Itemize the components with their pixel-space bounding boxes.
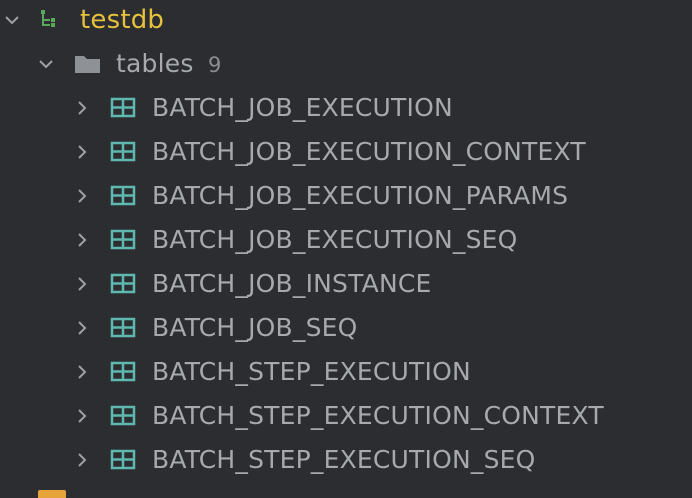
table-name: BATCH_STEP_EXECUTION xyxy=(152,357,471,386)
chevron-right-icon[interactable] xyxy=(72,362,92,382)
tree-node-partial[interactable] xyxy=(0,482,692,498)
table-name: BATCH_STEP_EXECUTION_CONTEXT xyxy=(152,401,604,430)
tree-node-table[interactable]: BATCH_JOB_SEQ xyxy=(0,306,692,350)
database-schema-icon xyxy=(40,8,66,32)
tree-node-table[interactable]: BATCH_JOB_EXECUTION_SEQ xyxy=(0,218,692,262)
chevron-down-icon[interactable] xyxy=(2,10,22,30)
chevron-right-icon[interactable] xyxy=(72,450,92,470)
table-name: BATCH_JOB_EXECUTION_SEQ xyxy=(152,225,518,254)
table-name: BATCH_JOB_EXECUTION xyxy=(152,93,453,122)
table-name: BATCH_JOB_EXECUTION_CONTEXT xyxy=(152,137,586,166)
table-icon xyxy=(110,228,136,252)
folder-icon xyxy=(38,490,66,498)
tree-node-table[interactable]: BATCH_STEP_EXECUTION_SEQ xyxy=(0,438,692,482)
tree-node-table[interactable]: BATCH_JOB_EXECUTION_PARAMS xyxy=(0,174,692,218)
table-name: BATCH_JOB_SEQ xyxy=(152,313,358,342)
table-icon xyxy=(110,184,136,208)
tree-node-tables-folder[interactable]: tables 9 xyxy=(0,42,692,86)
chevron-right-icon[interactable] xyxy=(72,142,92,162)
tree-node-table[interactable]: BATCH_JOB_EXECUTION xyxy=(0,86,692,130)
table-icon xyxy=(110,316,136,340)
chevron-right-icon[interactable] xyxy=(72,274,92,294)
table-name: BATCH_STEP_EXECUTION_SEQ xyxy=(152,445,536,474)
chevron-right-icon[interactable] xyxy=(72,230,92,250)
table-icon xyxy=(110,272,136,296)
table-icon xyxy=(110,360,136,384)
tree-node-table[interactable]: BATCH_STEP_EXECUTION xyxy=(0,350,692,394)
table-icon xyxy=(110,404,136,428)
folder-icon xyxy=(74,52,100,76)
tables-folder-label: tables xyxy=(116,49,194,78)
table-icon xyxy=(110,448,136,472)
tables-count-badge: 9 xyxy=(208,53,222,77)
table-name: BATCH_JOB_INSTANCE xyxy=(152,269,432,298)
chevron-right-icon[interactable] xyxy=(72,318,92,338)
database-name: testdb xyxy=(80,5,165,35)
chevron-right-icon[interactable] xyxy=(72,406,92,426)
chevron-right-icon[interactable] xyxy=(72,98,92,118)
table-icon xyxy=(110,140,136,164)
tree-node-table[interactable]: BATCH_JOB_EXECUTION_CONTEXT xyxy=(0,130,692,174)
chevron-down-icon[interactable] xyxy=(36,54,56,74)
table-name: BATCH_JOB_EXECUTION_PARAMS xyxy=(152,181,569,210)
tree-node-table[interactable]: BATCH_JOB_INSTANCE xyxy=(0,262,692,306)
tree-node-database[interactable]: testdb xyxy=(0,0,692,42)
table-icon xyxy=(110,96,136,120)
tree-node-table[interactable]: BATCH_STEP_EXECUTION_CONTEXT xyxy=(0,394,692,438)
database-tree: testdb tables 9 BATCH_JOB_EXECUTION BATC… xyxy=(0,0,692,498)
chevron-right-icon[interactable] xyxy=(72,186,92,206)
